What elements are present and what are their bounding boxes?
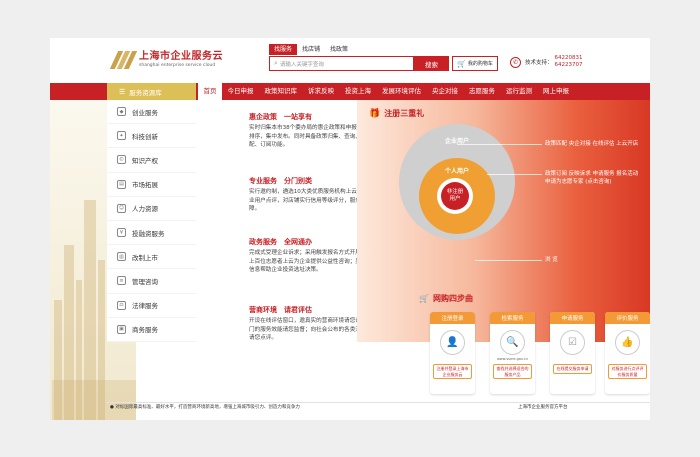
nav-category-button[interactable]: ☰ 服务资源库 — [107, 83, 196, 100]
search-input[interactable]: ⌕ 请输入关键字查询 — [269, 56, 414, 71]
search-placeholder: 请输入关键字查询 — [279, 61, 324, 68]
search-area: 找服务 找店铺 找政策 ⌕ 请输入关键字查询 搜索 — [269, 44, 449, 71]
nav-category-label: 服务资源库 — [129, 88, 162, 97]
sidebar-item-legal[interactable]: ⚖ 法律服务 — [107, 294, 196, 318]
cart-label: 我的购物车 — [467, 61, 493, 67]
support-label: 技术支持： — [525, 60, 553, 66]
ip-icon: © — [117, 155, 126, 165]
purchase-steps-title: 🛒 网购四步曲 — [419, 294, 473, 303]
arrow-right-icon: ► — [597, 342, 604, 352]
support-number-2: 64223707 — [554, 62, 583, 68]
startup-icon: ◆ — [117, 107, 126, 117]
footer-divider — [107, 402, 650, 403]
user-login-icon: 👤 — [440, 330, 465, 355]
step-search[interactable]: 检索服务 🔍 www.ssme.gov.cn 查找并选择适合的服务产品 — [490, 312, 535, 394]
cart-button[interactable]: 🛒 我的购物车 — [452, 56, 498, 71]
phone-icon: ✆ — [510, 56, 521, 68]
search-tab-policy[interactable]: 找政策 — [325, 44, 353, 55]
apply-service-icon: ☑ — [560, 330, 585, 355]
scales-icon: ⚖ — [117, 300, 126, 310]
search-tab-service[interactable]: 找服务 — [269, 44, 298, 55]
header: 上海市企业服务云 shanghai enterprise service clo… — [50, 38, 650, 83]
menu-icon: ☰ — [119, 87, 126, 96]
user-level-diagram: 非注册 用户 企业用户 个人用户 — [399, 124, 515, 240]
sidebar-item-tech[interactable]: ✦ 科技创新 — [107, 124, 196, 149]
page-canvas: 上海市企业服务云 shanghai enterprise service clo… — [50, 38, 650, 420]
personal-benefits: 政策订阅 反映诉求 申请服务 报名活动 — [545, 171, 639, 177]
sidebar-item-ip[interactable]: © 知识产权 — [107, 148, 196, 173]
sidebar-item-startup[interactable]: ◆ 创业服务 — [107, 100, 196, 125]
nav-item-declare[interactable]: 网上申报 — [538, 83, 575, 100]
leader-line — [457, 144, 542, 145]
people-icon: ☺ — [117, 203, 126, 213]
nav-item-env[interactable]: 发展环境评估 — [377, 83, 427, 100]
arrow-right-icon: ► — [477, 342, 484, 352]
search-service-icon: 🔍 — [500, 330, 525, 355]
logo[interactable]: 上海市企业服务云 shanghai enterprise service clo… — [109, 51, 223, 69]
leader-line — [475, 260, 542, 261]
sidebar-item-market[interactable]: ▤ 市场拓展 — [107, 173, 196, 197]
sidebar-item-business[interactable]: ▣ 商务服务 — [107, 318, 196, 342]
sidebar-item-finance[interactable]: ¥ 投融资服务 — [107, 221, 196, 246]
volunteer-benefits: 申请为志愿专家 (点击咨询) — [545, 179, 612, 185]
thumbs-up-icon: 👍 — [615, 330, 640, 355]
main-nav: ☰ 服务资源库 首页 今日申报 政策知识库 诉求反映 投资上海 发展环境评估 央… — [50, 83, 650, 100]
nav-item-today[interactable]: 今日申报 — [222, 83, 259, 100]
gift-icon: 🎁 — [369, 108, 381, 119]
search-tab-store[interactable]: 找店铺 — [297, 44, 325, 55]
service-sidebar: ◆ 创业服务 ✦ 科技创新 © 知识产权 ▤ 市场拓展 ☺ 人力资源 ¥ 投融资服务 ▥ 改制… — [107, 100, 196, 342]
search-tabs: 找服务 找店铺 找政策 — [269, 44, 449, 55]
nav-item-home[interactable]: 首页 — [198, 83, 222, 100]
nav-item-policy[interactable]: 政策知识库 — [259, 83, 303, 100]
step-evaluate[interactable]: 评价服务 👍 对服务进行点评评价服务质量 — [605, 312, 650, 394]
sidebar-item-hr[interactable]: ☺ 人力资源 — [107, 197, 196, 221]
tech-support: ✆ 技术支持： 64220831 64223707 — [510, 55, 583, 69]
cart-icon: 🛒 — [419, 294, 429, 303]
register-title: 🎁 注册三重礼 — [369, 108, 425, 119]
enterprise-benefits: 政策匹配 央企对接 在线评估 上云开店 — [545, 141, 639, 147]
search-box: ⌕ 请输入关键字查询 搜索 — [269, 56, 449, 71]
search-icon: ⌕ — [274, 59, 278, 67]
chart-icon: ▤ — [117, 179, 126, 189]
register-panel: 🎁 注册三重礼 非注册 用户 企业用户 个人用户 政策匹配 央企对接 在线评估 上… — [357, 100, 650, 342]
leader-line — [487, 174, 542, 175]
consult-icon: ≡ — [117, 276, 126, 286]
intro-content: 惠企政策 一站享有 实时归集本市38个委办局的惠企政策和申报系统，倒计时排序，集… — [196, 100, 390, 342]
nav-item-soe[interactable]: 央企对接 — [427, 83, 464, 100]
step-register[interactable]: 注册登录 👤 注册并登录上海市企业服务云 — [430, 312, 475, 394]
logo-mark-icon — [109, 51, 138, 69]
sidebar-item-listing[interactable]: ▥ 改制上市 — [107, 245, 196, 270]
nav-item-appeal[interactable]: 诉求反映 — [303, 83, 340, 100]
support-number-1: 64220831 — [554, 55, 583, 61]
bar-chart-icon: ▥ — [117, 252, 126, 262]
logo-subtitle: shanghai enterprise service cloud — [139, 63, 216, 68]
money-icon: ¥ — [117, 228, 126, 238]
cart-icon: 🛒 — [457, 59, 466, 68]
footer-slogan: ● 对标国际最高标准、最好水平，打造营商环境新高地，增强上海城市吸引力、创造力和… — [110, 405, 300, 410]
guest-user-circle[interactable]: 非注册 用户 — [441, 182, 469, 210]
footer-platform: 上海市企业服务官方平台 — [518, 405, 568, 410]
search-button[interactable]: 搜索 — [414, 56, 449, 71]
nav-item-volunteer[interactable]: 志愿服务 — [464, 83, 501, 100]
logo-title: 上海市企业服务云 — [139, 51, 223, 62]
nav-item-monitor[interactable]: 运行监测 — [501, 83, 538, 100]
step-url: www.ssme.gov.cn — [496, 357, 529, 361]
sidebar-item-consult[interactable]: ≡ 管理咨询 — [107, 269, 196, 294]
step-apply[interactable]: 申请服务 ☑ 在线提交服务申请 — [550, 312, 595, 394]
briefcase-icon: ▣ — [117, 324, 126, 334]
lightbulb-icon: ✦ — [117, 131, 126, 141]
guest-benefits: 浏 览 — [545, 257, 558, 263]
nav-item-invest[interactable]: 投资上海 — [340, 83, 377, 100]
arrow-right-icon: ► — [537, 342, 544, 352]
purchase-steps: 注册登录 👤 注册并登录上海市企业服务云 ► 检索服务 🔍 www.ssme.g… — [430, 312, 650, 398]
